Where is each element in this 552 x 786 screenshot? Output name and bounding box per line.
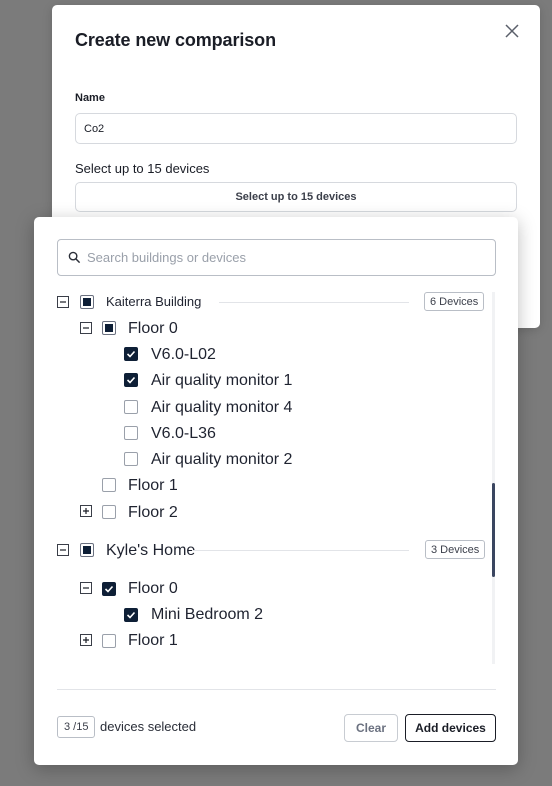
floor-name: Floor 1	[128, 632, 178, 649]
check-icon	[126, 611, 136, 619]
name-label: Name	[75, 92, 105, 104]
collapse-floor-0[interactable]	[80, 582, 92, 594]
scrollbar-thumb[interactable]	[492, 483, 495, 577]
collapse-floor-0[interactable]	[80, 322, 92, 334]
check-icon	[126, 350, 136, 358]
building-divider	[192, 550, 409, 551]
device-count-badge: 3 Devices	[425, 540, 486, 559]
close-icon	[505, 24, 519, 38]
minus-icon	[83, 587, 89, 589]
expand-floor-2[interactable]	[80, 505, 92, 517]
clear-button[interactable]: Clear	[344, 714, 398, 742]
floor-name: Floor 0	[128, 580, 178, 597]
check-icon	[126, 376, 136, 384]
checkbox-building-kyles-home[interactable]	[80, 543, 94, 557]
search-icon	[68, 251, 81, 264]
checkbox-floor-1[interactable]	[102, 634, 116, 648]
checkbox-device[interactable]	[124, 373, 138, 387]
building-name-kyles-home: Kyle's Home	[106, 542, 196, 559]
checkbox-building-kaiterra[interactable]	[80, 295, 94, 309]
checkbox-floor-2[interactable]	[102, 505, 116, 519]
device-picker-panel: Kaiterra Building 6 Devices Floor 0 V6.0…	[34, 217, 518, 765]
footer-divider	[57, 689, 496, 690]
device-name: Air quality monitor 2	[151, 451, 293, 468]
floor-name: Floor 0	[128, 320, 178, 337]
check-icon	[104, 585, 114, 593]
minus-icon	[60, 549, 66, 551]
name-input[interactable]	[75, 113, 517, 144]
search-input[interactable]	[87, 250, 467, 265]
checkbox-device[interactable]	[124, 608, 138, 622]
devices-label: Select up to 15 devices	[75, 161, 210, 176]
plus-icon	[83, 508, 89, 514]
checkbox-device[interactable]	[124, 426, 138, 440]
checkbox-device[interactable]	[124, 347, 138, 361]
plus-icon	[83, 637, 89, 643]
device-name: Air quality monitor 4	[151, 399, 293, 416]
minus-icon	[60, 301, 66, 303]
close-button[interactable]	[502, 21, 522, 41]
collapse-building-kaiterra[interactable]	[57, 296, 69, 308]
device-tree: Kaiterra Building 6 Devices Floor 0 V6.0…	[34, 289, 518, 669]
floor-name: Floor 1	[128, 477, 178, 494]
minus-icon	[83, 327, 89, 329]
building-divider	[219, 302, 409, 303]
scrollbar-track[interactable]	[492, 292, 495, 664]
checkbox-floor-1[interactable]	[102, 478, 116, 492]
expand-floor-1[interactable]	[80, 634, 92, 646]
checkbox-device[interactable]	[124, 400, 138, 414]
checkbox-device[interactable]	[124, 452, 138, 466]
device-name: Air quality monitor 1	[151, 372, 293, 389]
add-devices-button[interactable]: Add devices	[405, 714, 496, 742]
floor-name: Floor 2	[128, 504, 178, 521]
selected-count-label: devices selected	[100, 719, 197, 734]
device-name: V6.0-L02	[151, 346, 216, 363]
building-name-kaiterra: Kaiterra Building	[106, 294, 202, 309]
collapse-building-kyles-home[interactable]	[57, 544, 69, 556]
select-devices-button[interactable]: Select up to 15 devices	[75, 182, 517, 212]
checkbox-floor-0[interactable]	[102, 582, 116, 596]
modal-title: Create new comparison	[75, 30, 276, 50]
device-name: V6.0-L36	[151, 425, 216, 442]
selected-count-badge: 3 /15	[57, 716, 96, 738]
search-box[interactable]	[57, 239, 496, 276]
device-count-badge: 6 Devices	[424, 292, 485, 311]
device-name: Mini Bedroom 2	[151, 606, 264, 623]
checkbox-floor-0[interactable]	[102, 321, 116, 335]
